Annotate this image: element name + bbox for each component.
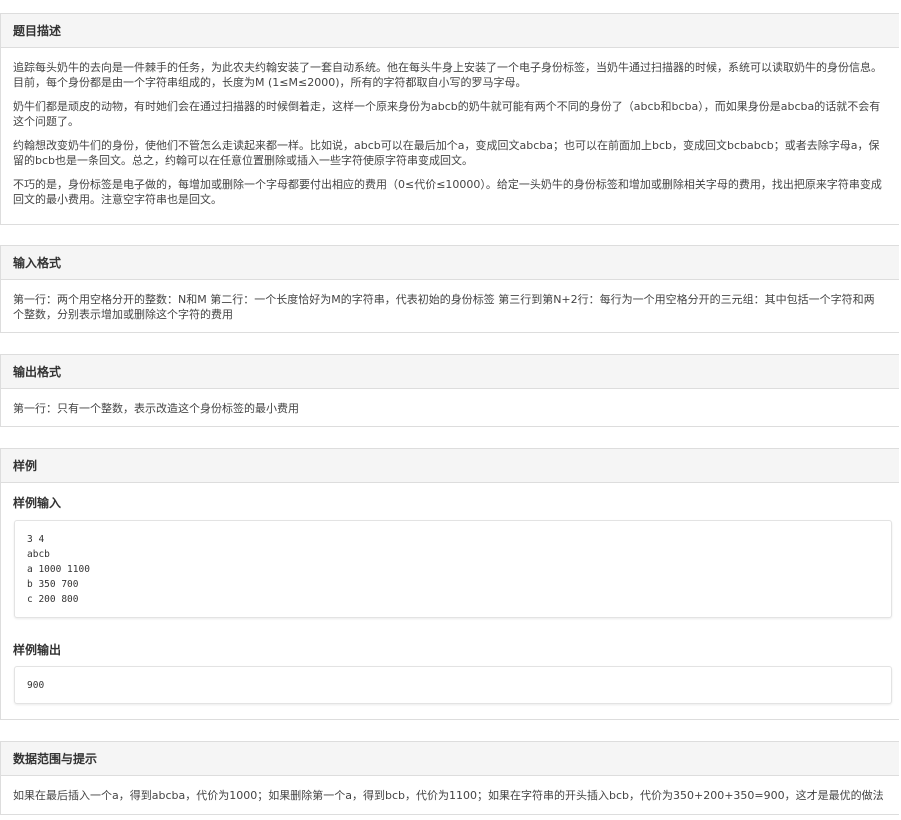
input-format-panel: 输入格式 第一行：两个用空格分开的整数：N和M 第二行：一个长度恰好为M的字符串…: [0, 245, 899, 333]
sample-output-box[interactable]: 900: [14, 666, 892, 704]
output-format-heading: 输出格式: [1, 355, 899, 389]
output-format-body: 第一行：只有一个整数，表示改造这个身份标签的最小费用: [1, 389, 899, 433]
output-format-panel: 输出格式 第一行：只有一个整数，表示改造这个身份标签的最小费用: [0, 354, 899, 427]
output-format-text: 第一行：只有一个整数，表示改造这个身份标签的最小费用: [13, 402, 299, 415]
description-paragraph-1: 追踪每头奶牛的去向是一件棘手的任务，为此农夫约翰安装了一套自动系统。他在每头牛身…: [13, 61, 882, 89]
input-format-text: 第一行：两个用空格分开的整数：N和M 第二行：一个长度恰好为M的字符串，代表初始…: [13, 293, 875, 321]
sample-panel: 样例 样例输入 3 4 abcb a 1000 1100 b 350 700 c…: [0, 448, 899, 720]
description-body: 追踪每头奶牛的去向是一件棘手的任务，为此农夫约翰安装了一套自动系统。他在每头牛身…: [1, 48, 899, 224]
hint-body: 如果在最后插入一个a，得到abcba，代价为1000；如果删除第一个a，得到bc…: [1, 776, 899, 820]
description-paragraph-4: 不巧的是，身份标签是电子做的，每增加或删除一个字母都要付出相应的费用（0≤代价≤…: [13, 178, 882, 206]
description-paragraph-2: 奶牛们都是顽皮的动物，有时她们会在通过扫描器的时候倒着走，这样一个原来身份为ab…: [13, 100, 881, 128]
sample-input-label: 样例输入: [13, 496, 62, 510]
description-panel: 题目描述 追踪每头奶牛的去向是一件棘手的任务，为此农夫约翰安装了一套自动系统。他…: [0, 13, 899, 225]
input-format-body: 第一行：两个用空格分开的整数：N和M 第二行：一个长度恰好为M的字符串，代表初始…: [1, 280, 899, 339]
description-heading: 题目描述: [1, 14, 899, 48]
description-paragraph-3: 约翰想改变奶牛们的身份，使他们不管怎么走读起来都一样。比如说，abcb可以在最后…: [13, 139, 880, 167]
input-format-heading: 输入格式: [1, 246, 899, 280]
hint-text: 如果在最后插入一个a，得到abcba，代价为1000；如果删除第一个a，得到bc…: [13, 789, 884, 802]
hint-panel: 数据范围与提示 如果在最后插入一个a，得到abcba，代价为1000；如果删除第…: [0, 741, 899, 815]
hint-heading: 数据范围与提示: [1, 742, 899, 776]
sample-input-box[interactable]: 3 4 abcb a 1000 1100 b 350 700 c 200 800: [14, 520, 892, 618]
sample-heading: 样例: [1, 449, 899, 483]
sample-output-label: 样例输出: [13, 643, 62, 657]
